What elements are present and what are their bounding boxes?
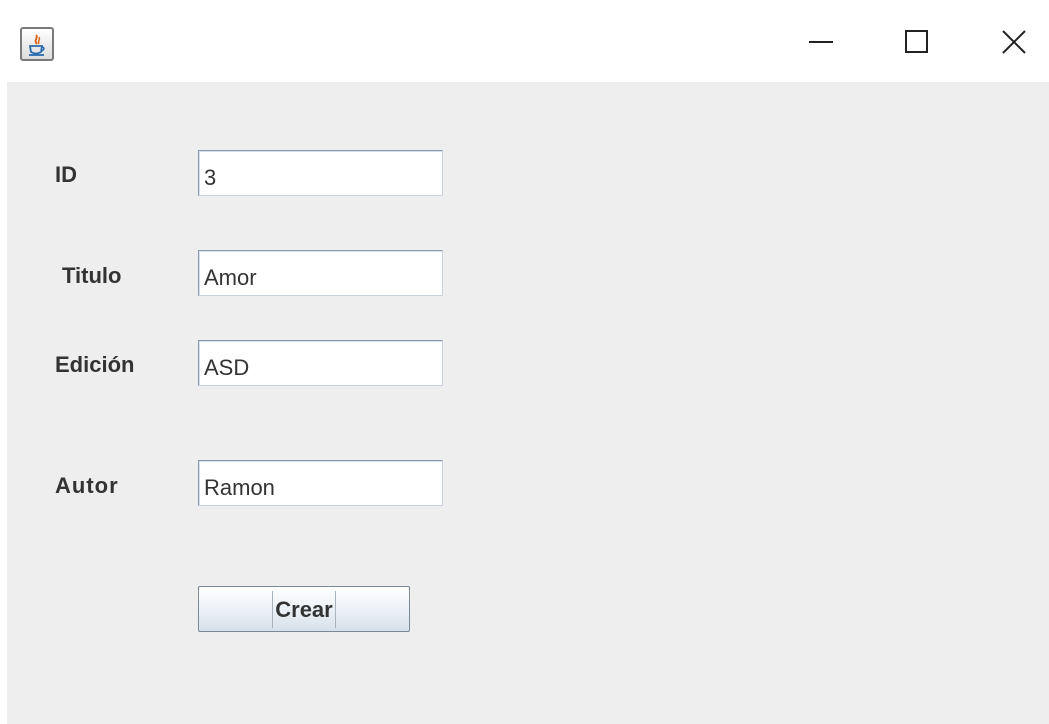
minimize-icon: [809, 41, 833, 43]
minimize-button[interactable]: [786, 16, 856, 68]
id-label: ID: [55, 162, 77, 187]
edicion-label: Edición: [55, 352, 135, 377]
close-icon: [1002, 30, 1026, 54]
maximize-button[interactable]: [882, 16, 952, 68]
maximize-icon: [905, 30, 928, 53]
autor-field[interactable]: [198, 460, 443, 506]
app-window: ID Titulo Edición Autor Crear: [0, 0, 1049, 724]
crear-button[interactable]: Crear: [198, 586, 410, 632]
form-panel: ID Titulo Edición Autor Crear: [7, 82, 1049, 724]
edicion-field[interactable]: [198, 340, 443, 386]
crear-button-label: Crear: [272, 590, 336, 628]
autor-label: Autor: [55, 473, 119, 498]
titulo-field[interactable]: [198, 250, 443, 296]
close-button[interactable]: [979, 16, 1049, 68]
titulo-label: Titulo: [62, 263, 122, 288]
id-field[interactable]: [198, 150, 443, 196]
java-cup-icon[interactable]: [20, 27, 54, 61]
title-bar[interactable]: [0, 0, 1049, 82]
